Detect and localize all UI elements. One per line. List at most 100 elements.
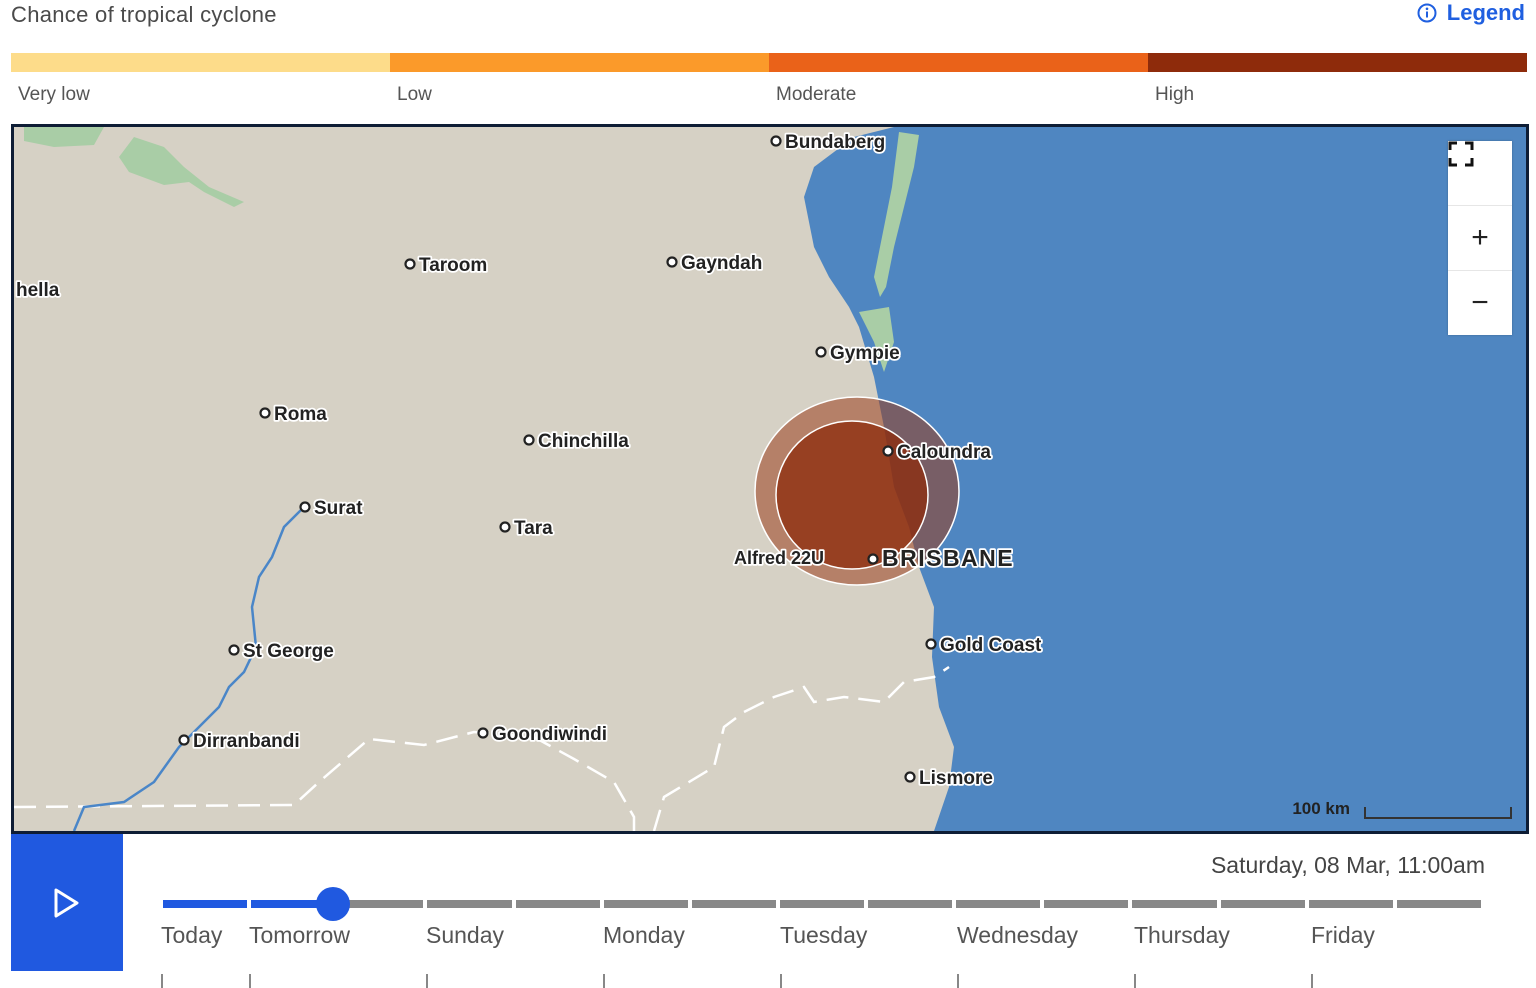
play-button[interactable] bbox=[11, 834, 123, 971]
place-marker bbox=[299, 501, 311, 513]
place-label: Gympie bbox=[830, 343, 900, 364]
timeline-day-thursday[interactable]: Thursday bbox=[1134, 922, 1230, 949]
timeline-segment[interactable] bbox=[1132, 900, 1217, 908]
place-label: hella bbox=[16, 280, 60, 301]
place-chinchilla[interactable]: Chinchilla bbox=[523, 429, 631, 454]
timeline-track[interactable]: Today Tomorrow Sunday Monday Tuesday Wednesda… bbox=[161, 887, 1483, 988]
scale-high bbox=[1148, 53, 1527, 72]
timeline-day-wednesday[interactable]: Wednesday bbox=[957, 922, 1078, 949]
timeline-tick bbox=[161, 974, 163, 988]
place-label: Roma bbox=[274, 404, 327, 425]
timeline-segment[interactable] bbox=[427, 900, 512, 908]
cyclone-map[interactable]: Bundaberg Taroom Gayndah hella Gympie Roma Chi… bbox=[11, 124, 1529, 834]
place-gayndah[interactable]: Gayndah bbox=[666, 251, 764, 276]
place-marker bbox=[815, 346, 827, 358]
place-label: Chinchilla bbox=[538, 431, 629, 452]
timeline-day-monday[interactable]: Monday bbox=[603, 922, 685, 949]
place-marker bbox=[867, 553, 879, 565]
timeline-tick bbox=[780, 974, 782, 988]
scale-low bbox=[390, 53, 769, 72]
place-label: BRISBANE bbox=[882, 545, 1014, 571]
place-label: Caloundra bbox=[897, 442, 991, 463]
timeline-tick bbox=[249, 974, 251, 988]
place-marker bbox=[882, 445, 894, 457]
timeline-segment[interactable] bbox=[868, 900, 953, 908]
place-label: St George bbox=[243, 641, 334, 662]
scale-label-high: High bbox=[1155, 84, 1195, 105]
probability-scale bbox=[11, 53, 1527, 72]
legend-label: Legend bbox=[1446, 0, 1525, 25]
scale-very-low bbox=[11, 53, 390, 72]
timeline-tick bbox=[426, 974, 428, 988]
place-label: Goondiwindi bbox=[492, 724, 607, 745]
place-marker bbox=[477, 727, 489, 739]
zoom-in-button[interactable]: + bbox=[1448, 206, 1512, 271]
place-bundaberg[interactable]: Bundaberg bbox=[770, 130, 887, 155]
timeline-datetime: Saturday, 08 Mar, 11:00am bbox=[1210, 852, 1485, 878]
place-marker bbox=[178, 734, 190, 746]
fullscreen-icon bbox=[1448, 141, 1474, 167]
zoom-out-button[interactable]: − bbox=[1448, 271, 1512, 335]
place-marker bbox=[259, 407, 271, 419]
place-hella[interactable]: hella bbox=[14, 278, 61, 303]
timeline-tick bbox=[957, 974, 959, 988]
probability-scale-labels: Very low Low Moderate High bbox=[11, 84, 1527, 106]
timeline-segment[interactable] bbox=[603, 900, 688, 908]
map-controls: + − bbox=[1448, 141, 1512, 335]
place-label: Bundaberg bbox=[785, 132, 885, 153]
place-marker bbox=[523, 434, 535, 446]
place-marker bbox=[404, 258, 416, 270]
place-caloundra[interactable]: Caloundra bbox=[882, 440, 993, 465]
timeline-segment[interactable] bbox=[1044, 900, 1129, 908]
timeline-segment[interactable] bbox=[779, 900, 865, 908]
place-brisbane[interactable]: BRISBANE bbox=[867, 543, 1015, 573]
timeline-segment[interactable] bbox=[1396, 900, 1481, 908]
scale-label-very-low: Very low bbox=[18, 84, 90, 105]
place-alfred-22u[interactable]: Alfred 22U bbox=[732, 546, 826, 570]
timeline-tick bbox=[1311, 974, 1313, 988]
timeline-day-sunday[interactable]: Sunday bbox=[426, 922, 504, 949]
place-label: Gold Coast bbox=[940, 635, 1042, 656]
timeline-segment[interactable] bbox=[515, 900, 600, 908]
place-gold-coast[interactable]: Gold Coast bbox=[925, 633, 1044, 658]
place-dirranbandi[interactable]: Dirranbandi bbox=[178, 729, 301, 754]
timeline-segment[interactable] bbox=[691, 900, 776, 908]
timeline-segment[interactable] bbox=[163, 900, 248, 908]
place-label: Dirranbandi bbox=[193, 731, 300, 752]
place-label: Surat bbox=[314, 498, 363, 519]
place-label: Tara bbox=[514, 518, 553, 539]
timeline-tick bbox=[603, 974, 605, 988]
play-icon bbox=[54, 888, 79, 917]
timeline-segment[interactable] bbox=[1308, 900, 1393, 908]
timeline-day-tomorrow[interactable]: Tomorrow bbox=[249, 922, 350, 949]
legend-button[interactable]: Legend bbox=[1417, 0, 1525, 26]
map-scale-line bbox=[1364, 807, 1512, 819]
place-goondiwindi[interactable]: Goondiwindi bbox=[477, 722, 609, 747]
timeline-segment[interactable] bbox=[1220, 900, 1305, 908]
timeline-day-friday[interactable]: Friday bbox=[1311, 922, 1375, 949]
place-st-george[interactable]: St George bbox=[228, 639, 336, 664]
place-marker bbox=[904, 771, 916, 783]
info-icon bbox=[1417, 3, 1437, 23]
timeline-segment[interactable] bbox=[956, 900, 1041, 908]
map-scale: 100 km bbox=[1292, 799, 1512, 819]
timeline-knob[interactable] bbox=[315, 887, 350, 921]
timeline: Saturday, 08 Mar, 11:00am Today Tomorrow S… bbox=[11, 834, 1527, 988]
scale-label-moderate: Moderate bbox=[776, 84, 857, 105]
panel-title: Chance of tropical cyclone bbox=[11, 2, 277, 27]
place-marker bbox=[499, 521, 511, 533]
timeline-tick bbox=[1134, 974, 1136, 988]
map-scale-label: 100 km bbox=[1292, 799, 1350, 818]
place-label: Alfred 22U bbox=[734, 548, 824, 568]
place-label: Gayndah bbox=[681, 253, 762, 274]
timeline-day-today[interactable]: Today bbox=[161, 922, 222, 949]
map-canvas[interactable]: Bundaberg Taroom Gayndah hella Gympie Roma Chi… bbox=[14, 127, 1526, 831]
fullscreen-button[interactable] bbox=[1448, 141, 1512, 206]
place-marker bbox=[770, 135, 782, 147]
place-label: Lismore bbox=[919, 768, 993, 789]
place-lismore[interactable]: Lismore bbox=[904, 766, 995, 791]
timeline-segment[interactable] bbox=[339, 900, 424, 908]
place-marker bbox=[228, 644, 240, 656]
timeline-day-tuesday[interactable]: Tuesday bbox=[780, 922, 867, 949]
scale-moderate bbox=[769, 53, 1148, 72]
